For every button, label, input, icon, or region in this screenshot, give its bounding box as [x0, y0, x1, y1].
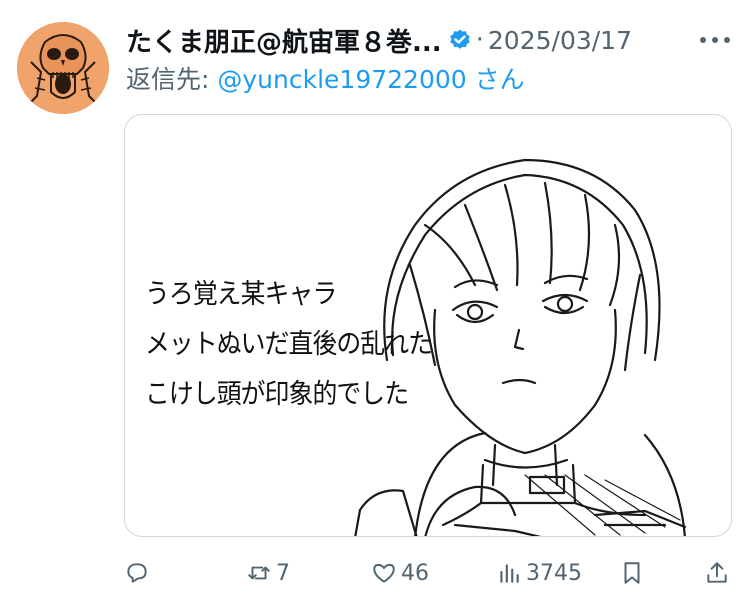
separator: ·: [475, 25, 484, 55]
tweet-header: たくま朋正@航宙軍８巻... · 2025/03/17: [126, 22, 730, 58]
retweet-button[interactable]: 7: [246, 556, 290, 590]
reply-label: 返信先:: [126, 65, 218, 94]
image-caption-text: うろ覚え某キャラ メットぬいだ直後の乱れた こけし頭が印象的でした: [145, 270, 433, 420]
verified-badge-icon: [449, 29, 470, 49]
bookmark-icon: [624, 562, 640, 584]
more-icon: [700, 37, 706, 43]
views-icon: [500, 564, 519, 583]
reply-to-line: 返信先: @yunckle19722000 さん: [126, 60, 525, 96]
views-count: 3745: [526, 560, 582, 586]
reply-handle-link[interactable]: @yunckle19722000: [217, 65, 466, 94]
reply-icon: [127, 563, 147, 583]
avatar-skull-illustration: [17, 22, 109, 114]
retweet-icon: [248, 566, 270, 580]
share-button[interactable]: [704, 556, 730, 590]
reply-suffix: さん: [466, 65, 525, 94]
image-text-line: メットぬいだ直後の乱れた: [145, 329, 433, 360]
avatar[interactable]: [17, 22, 109, 114]
more-button[interactable]: [700, 26, 730, 54]
views-button[interactable]: 3745: [496, 556, 582, 590]
image-text-line: こけし頭が印象的でした: [145, 379, 409, 410]
like-button[interactable]: 46: [371, 556, 429, 590]
tweet-media-image[interactable]: うろ覚え某キャラ メットぬいだ直後の乱れた こけし頭が印象的でした: [124, 114, 732, 537]
like-count: 46: [401, 560, 429, 586]
tweet-date[interactable]: 2025/03/17: [488, 26, 632, 55]
action-bar: 7 46 3745: [124, 556, 732, 590]
bookmark-button[interactable]: [619, 556, 645, 590]
share-icon: [707, 562, 727, 583]
retweet-count: 7: [276, 560, 290, 586]
like-icon: [373, 563, 395, 583]
display-name[interactable]: たくま朋正@航宙軍８巻...: [126, 22, 442, 59]
reply-button[interactable]: [124, 556, 154, 590]
image-text-line: うろ覚え某キャラ: [145, 279, 337, 310]
